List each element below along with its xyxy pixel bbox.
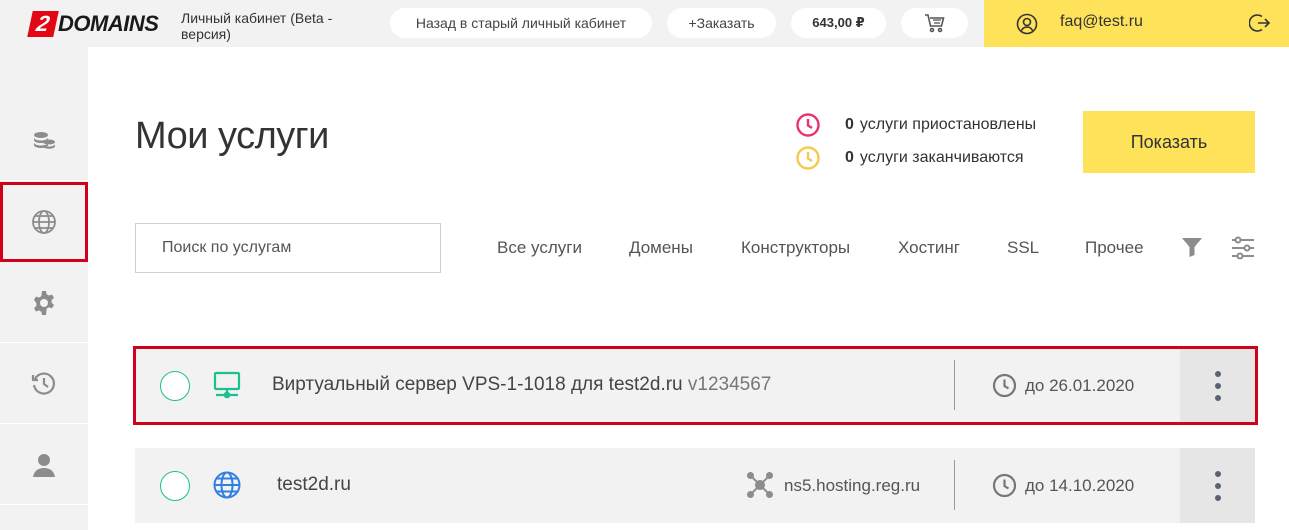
service-id: v1234567	[687, 374, 772, 395]
user-email[interactable]: faq@test.ru	[1060, 13, 1143, 31]
service-row[interactable]: Виртуальный сервер VPS-1-1018 для test2d…	[135, 348, 1255, 423]
filter-icon[interactable]	[1180, 235, 1204, 259]
suspended-count: 0	[845, 116, 854, 133]
logo-text: DOMAINS	[58, 11, 159, 36]
search-input[interactable]	[135, 223, 441, 273]
tab-domains[interactable]: Домены	[629, 238, 693, 258]
clock-icon	[796, 113, 820, 137]
user-circle-icon	[1016, 13, 1038, 35]
balance-button[interactable]: 643,00 ₽	[791, 8, 886, 38]
more-vertical-icon	[1214, 370, 1221, 401]
tab-hosting[interactable]: Хостинг	[898, 238, 960, 258]
logout-icon[interactable]	[1249, 12, 1271, 34]
cart-button[interactable]	[901, 8, 968, 38]
logo-digit: 2	[27, 11, 59, 37]
clock-icon	[992, 473, 1017, 498]
coins-icon	[34, 131, 55, 149]
sidebar-item-profile[interactable]	[0, 425, 88, 505]
row-checkbox[interactable]	[160, 471, 190, 501]
tab-builders[interactable]: Конструкторы	[741, 238, 850, 258]
sidebar-item-services[interactable]	[0, 182, 88, 262]
expiring-count: 0	[845, 149, 854, 166]
cart-icon	[924, 14, 945, 33]
service-row[interactable]: test2d.ru ns5.hosting.reg.ru до 14.10.20…	[135, 448, 1255, 523]
sliders-icon[interactable]	[1230, 235, 1256, 261]
expiring-label: услуги заканчиваются	[859, 149, 1024, 166]
history-icon	[31, 371, 55, 395]
sidebar-item-history[interactable]	[0, 344, 88, 424]
status-expiring[interactable]: 0 услуги заканчиваются	[795, 145, 1024, 171]
user-icon	[33, 453, 55, 477]
row-menu-button[interactable]	[1180, 448, 1255, 523]
row-checkbox[interactable]	[160, 371, 190, 401]
logo[interactable]: 2 DOMAINS	[27, 10, 159, 38]
row-divider	[954, 460, 955, 510]
tab-ssl[interactable]: SSL	[1007, 238, 1039, 258]
old-cabinet-button[interactable]: Назад в старый личный кабинет	[390, 8, 652, 38]
globe-icon	[32, 210, 56, 234]
row-menu-button[interactable]	[1180, 348, 1255, 423]
service-name[interactable]: Виртуальный сервер VPS-1-1018 для test2d…	[272, 374, 771, 396]
sidebar	[0, 47, 88, 530]
page-title: Мои услуги	[135, 115, 329, 157]
suspended-label: услуги приостановлены	[859, 116, 1037, 133]
cabinet-title: Личный кабинет (Beta - версия)	[181, 10, 333, 42]
user-area[interactable]: faq@test.ru	[984, 0, 1289, 47]
sidebar-item-finance[interactable]	[0, 101, 88, 181]
status-suspended[interactable]: 0 услуги приостановлены	[795, 112, 1036, 138]
service-title: test2d.ru	[277, 474, 351, 495]
server-icon	[213, 371, 241, 399]
dns-network-icon	[747, 472, 773, 498]
gear-icon	[34, 290, 54, 315]
tab-all[interactable]: Все услуги	[497, 238, 582, 258]
service-expiry-date: до 14.10.2020	[1025, 476, 1135, 495]
order-button[interactable]: +Заказать	[667, 8, 776, 38]
service-nameserver: ns5.hosting.reg.ru	[784, 476, 921, 495]
top-header: 2 DOMAINS Личный кабинет (Beta - версия)…	[0, 0, 1289, 47]
tab-other[interactable]: Прочее	[1085, 238, 1144, 258]
sidebar-item-settings[interactable]	[0, 263, 88, 343]
show-button[interactable]: Показать	[1083, 111, 1255, 173]
row-divider	[954, 360, 955, 410]
clock-icon	[992, 373, 1017, 398]
service-title: Виртуальный сервер VPS-1-1018 для test2d…	[272, 374, 683, 395]
clock-icon	[796, 146, 820, 170]
service-expiry-date: до 26.01.2020	[1025, 376, 1135, 395]
globe-icon	[213, 471, 241, 499]
more-vertical-icon	[1214, 470, 1221, 501]
service-name[interactable]: test2d.ru	[277, 474, 351, 496]
